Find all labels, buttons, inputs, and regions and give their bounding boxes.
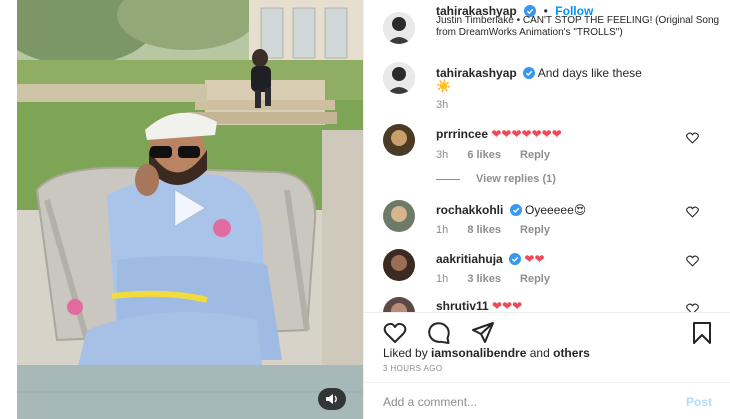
comment-text: Oyeeeee😍 (525, 203, 587, 217)
play-icon (174, 189, 206, 227)
post-panel: tahirakashyap • Follow Justin Timberlake… (363, 0, 730, 419)
comment-like-icon[interactable] (686, 303, 699, 312)
comment-text: ❤❤❤❤❤❤❤ (491, 127, 562, 141)
comment-time: 3h (436, 149, 449, 161)
likes-and: and (526, 346, 554, 360)
comment-like-icon[interactable] (686, 132, 699, 144)
heart-icon[interactable] (383, 321, 407, 345)
comment-text: ❤❤ (524, 252, 545, 266)
likes-summary: Liked by iamsonalibendre and others (383, 346, 590, 360)
liked-by-user[interactable]: iamsonalibendre (431, 346, 526, 360)
view-replies-button[interactable]: View replies (1) (436, 173, 556, 185)
comment-avatar[interactable] (383, 124, 415, 156)
comment-likes[interactable]: 3 likes (467, 273, 501, 285)
comment-icon[interactable] (427, 321, 451, 345)
play-button[interactable] (165, 185, 211, 231)
comment-like-icon[interactable] (686, 255, 699, 267)
comment-avatar[interactable] (383, 297, 415, 312)
reply-button[interactable]: Reply (520, 224, 550, 236)
verified-badge-icon (509, 204, 522, 216)
comment-composer: Post (364, 382, 730, 419)
video-player[interactable] (17, 0, 363, 419)
post-button[interactable]: Post (686, 395, 712, 409)
comment-likes[interactable]: 6 likes (467, 149, 501, 161)
audio-track[interactable]: Justin Timberlake • CAN'T STOP THE FEELI… (436, 15, 726, 39)
comment-item: rochakkohli Oyeeeee😍 1h 8 likes Reply (364, 200, 730, 240)
comment-username[interactable]: prrrincee (436, 127, 488, 141)
comment-text: ❤❤❤ (492, 299, 523, 312)
page-gutter (0, 0, 17, 419)
post-header: tahirakashyap • Follow Justin Timberlake… (364, 0, 730, 56)
comment-time: 1h (436, 224, 449, 236)
comment-item: prrrincee ❤❤❤❤❤❤❤ 3h 6 likes Reply (364, 124, 730, 164)
likes-prefix: Liked by (383, 346, 432, 360)
comment-item: shrutiv11 ❤❤❤ (364, 297, 730, 312)
reply-button[interactable]: Reply (520, 273, 550, 285)
bookmark-icon[interactable] (690, 321, 714, 345)
verified-badge-icon (509, 253, 522, 265)
comment-username[interactable]: shrutiv11 (436, 299, 489, 312)
post-timestamp[interactable]: 3 HOURS AGO (383, 364, 443, 373)
verified-badge-icon (523, 67, 536, 79)
caption: tahirakashyap And days like these ☀️ 3h (364, 62, 730, 112)
volume-button[interactable] (318, 388, 346, 410)
share-icon[interactable] (471, 321, 495, 345)
volume-icon (326, 394, 337, 404)
comment-like-icon[interactable] (686, 206, 699, 218)
reply-button[interactable]: Reply (520, 149, 550, 161)
comment-avatar[interactable] (383, 249, 415, 281)
comment-avatar[interactable] (383, 200, 415, 232)
avatar[interactable] (383, 12, 415, 44)
comment-username[interactable]: rochakkohli (436, 203, 503, 217)
comment-input[interactable] (383, 395, 643, 409)
caption-time: 3h (436, 99, 449, 111)
comment-username[interactable]: aakritiahuja (436, 252, 503, 266)
comment-time: 1h (436, 273, 449, 285)
caption-text: And days like these (537, 66, 642, 80)
caption-avatar[interactable] (383, 62, 415, 94)
comment-likes[interactable]: 8 likes (467, 224, 501, 236)
liked-by-others[interactable]: others (553, 346, 590, 360)
caption-emoji: ☀️ (436, 79, 451, 93)
comment-item: aakritiahuja ❤❤ 1h 3 likes Reply (364, 249, 730, 289)
